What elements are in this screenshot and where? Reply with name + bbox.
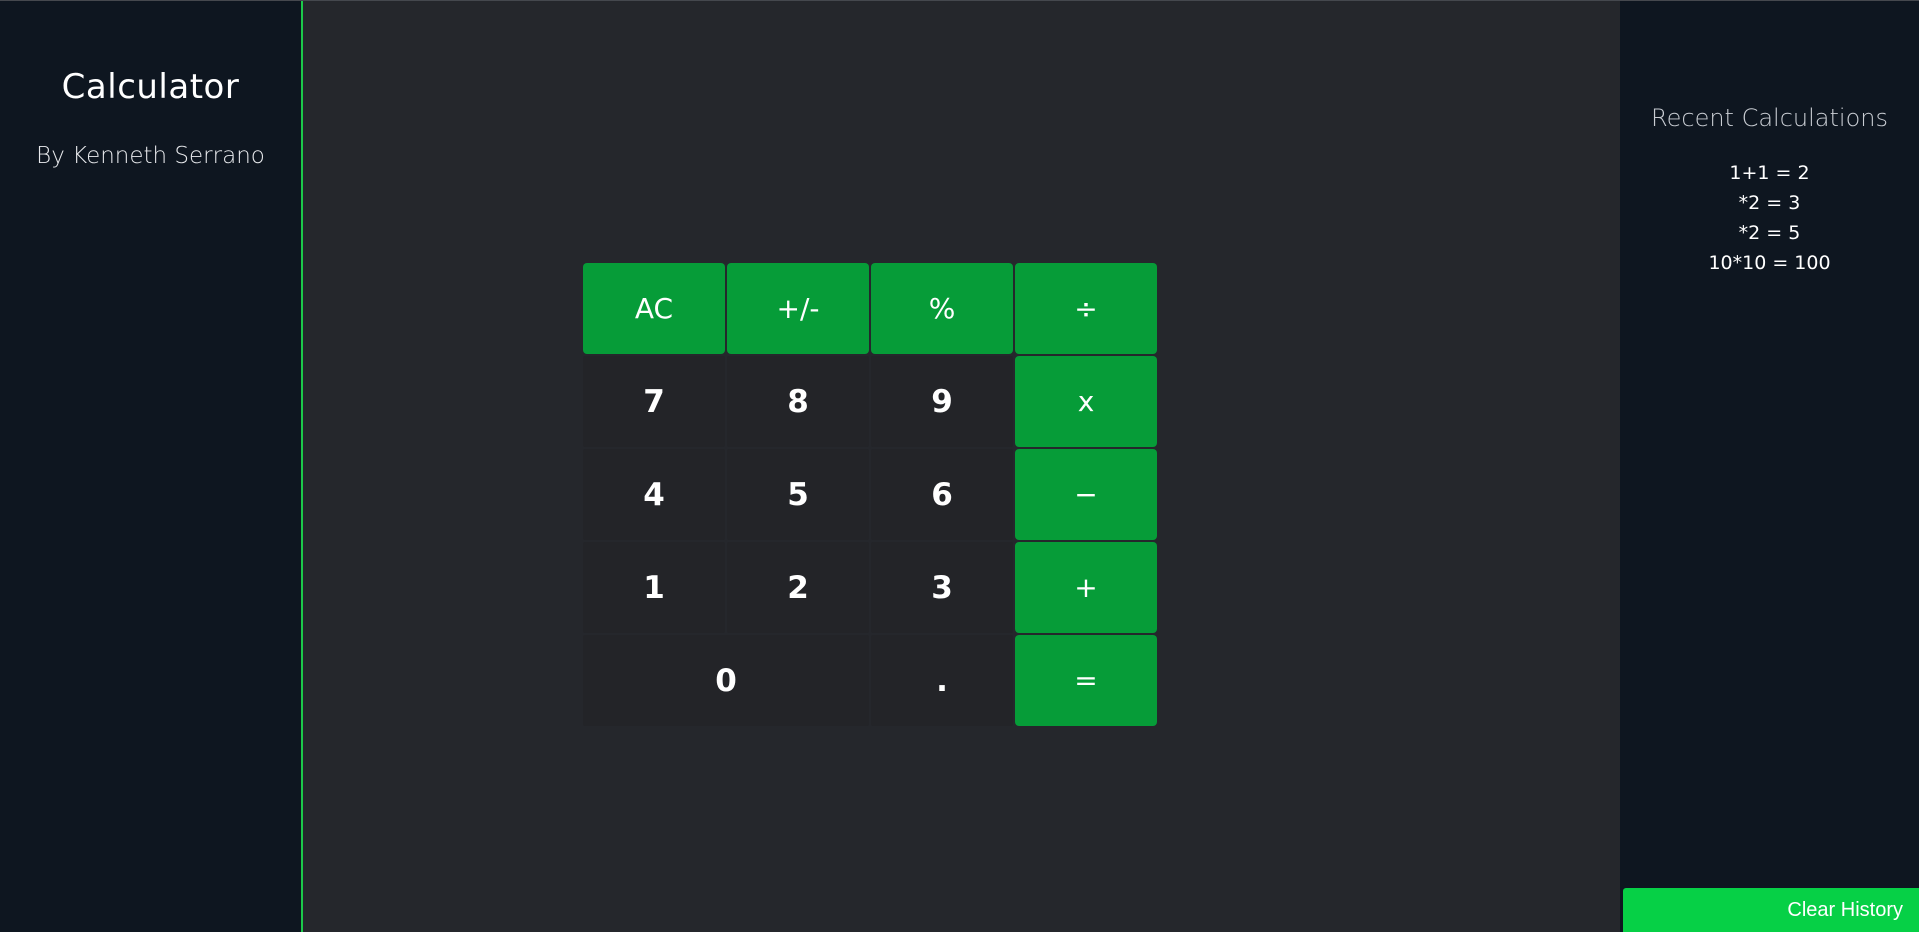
toggle-sign-button[interactable]: +/- — [727, 263, 869, 354]
all-clear-button[interactable]: AC — [583, 263, 725, 354]
digit-1-button[interactable]: 1 — [583, 542, 725, 633]
history-item: *2 = 5 — [1738, 222, 1801, 244]
digit-9-button[interactable]: 9 — [871, 356, 1013, 447]
left-sidebar: Calculator By Kenneth Serrano — [0, 1, 303, 932]
calculator-keypad: AC +/- % ÷ 7 8 9 x 4 5 6 − 1 2 3 + 0 . = — [583, 263, 1157, 728]
decimal-button[interactable]: . — [871, 635, 1013, 726]
digit-8-button[interactable]: 8 — [727, 356, 869, 447]
percent-button[interactable]: % — [871, 263, 1013, 354]
digit-2-button[interactable]: 2 — [727, 542, 869, 633]
history-item: 10*10 = 100 — [1708, 252, 1831, 274]
digit-6-button[interactable]: 6 — [871, 449, 1013, 540]
digit-4-button[interactable]: 4 — [583, 449, 725, 540]
divide-button[interactable]: ÷ — [1015, 263, 1157, 354]
history-list: 1+1 = 2 *2 = 3 *2 = 5 10*10 = 100 — [1620, 158, 1919, 278]
digit-7-button[interactable]: 7 — [583, 356, 725, 447]
clear-history-button[interactable]: Clear History — [1623, 888, 1919, 932]
history-title: Recent Calculations — [1651, 104, 1888, 132]
multiply-button[interactable]: x — [1015, 356, 1157, 447]
add-button[interactable]: + — [1015, 542, 1157, 633]
author-credit: By Kenneth Serrano — [36, 143, 265, 169]
subtract-button[interactable]: − — [1015, 449, 1157, 540]
history-item: *2 = 3 — [1738, 192, 1801, 214]
digit-0-button[interactable]: 0 — [583, 635, 869, 726]
digit-5-button[interactable]: 5 — [727, 449, 869, 540]
digit-3-button[interactable]: 3 — [871, 542, 1013, 633]
history-item: 1+1 = 2 — [1729, 162, 1810, 184]
history-panel: Recent Calculations 1+1 = 2 *2 = 3 *2 = … — [1620, 1, 1919, 932]
app-title: Calculator — [61, 67, 240, 107]
app-window: Calculator By Kenneth Serrano AC +/- % ÷… — [0, 0, 1919, 932]
equals-button[interactable]: = — [1015, 635, 1157, 726]
